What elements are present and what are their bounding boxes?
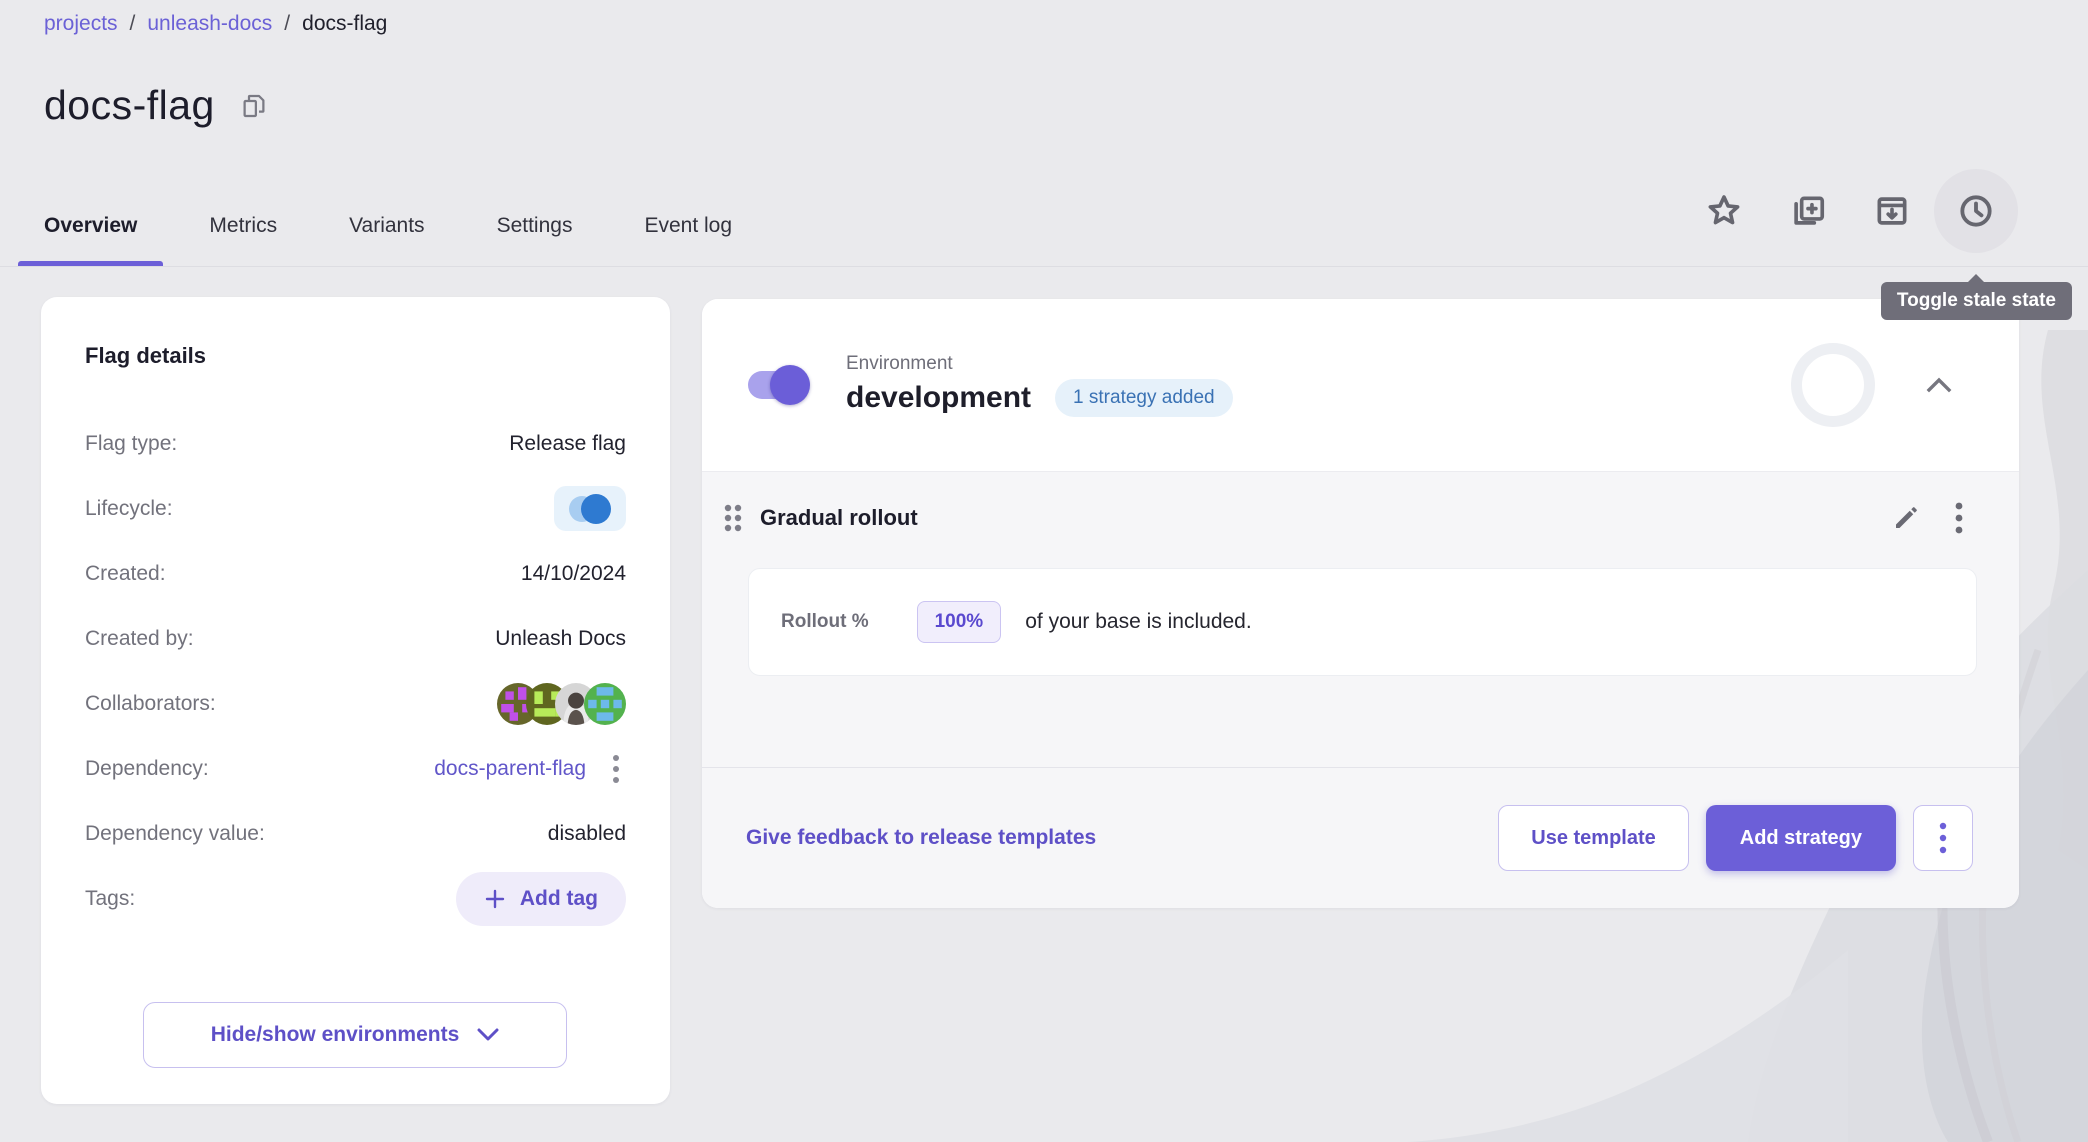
strategy-count-badge: 1 strategy added xyxy=(1055,379,1233,417)
release-templates-feedback-link[interactable]: Give feedback to release templates xyxy=(746,826,1096,850)
tab-variants[interactable]: Variants xyxy=(323,186,450,266)
dependency-value-group: docs-parent-flag xyxy=(434,748,626,790)
tags-row: Tags: Add tag xyxy=(85,866,626,931)
copy-add-icon xyxy=(1789,192,1827,230)
hide-show-environments-label: Hide/show environments xyxy=(211,1023,460,1047)
flag-type-value: Release flag xyxy=(509,432,626,456)
flag-details-card: Flag details Flag type: Release flag Lif… xyxy=(41,297,670,1104)
copy-name-button[interactable] xyxy=(239,91,269,121)
favorite-button[interactable] xyxy=(1682,169,1766,253)
environment-toggle[interactable] xyxy=(748,365,810,405)
flag-actions xyxy=(1682,169,2018,253)
clock-icon xyxy=(1956,191,1996,231)
drag-handle-icon xyxy=(722,502,744,534)
add-strategy-button[interactable]: Add strategy xyxy=(1706,805,1896,871)
copy-icon xyxy=(239,91,269,121)
toggle-stale-button[interactable] xyxy=(1934,169,2018,253)
tags-label: Tags: xyxy=(85,887,135,911)
archive-button[interactable] xyxy=(1850,169,1934,253)
environment-header-right xyxy=(1791,343,1965,427)
breadcrumb-link-project[interactable]: unleash-docs xyxy=(147,12,272,35)
flag-details-title: Flag details xyxy=(85,343,626,369)
flag-type-label: Flag type: xyxy=(85,432,177,456)
plus-icon xyxy=(484,888,506,910)
lifecycle-label: Lifecycle: xyxy=(85,497,173,521)
tabs-divider xyxy=(0,266,2088,267)
collaborator-avatar-group xyxy=(497,683,626,725)
pencil-icon xyxy=(1891,503,1921,533)
more-strategy-options-button[interactable] xyxy=(1913,805,1973,871)
strategy-header: Gradual rollout xyxy=(718,498,1977,538)
collapse-environment-button[interactable] xyxy=(1913,359,1965,411)
add-tag-button[interactable]: Add tag xyxy=(456,872,626,926)
strategy-title: Gradual rollout xyxy=(760,505,918,531)
dependency-menu-button[interactable] xyxy=(606,748,626,790)
breadcrumb-separator: / xyxy=(130,12,136,35)
environment-card: Environment development 1 strategy added… xyxy=(702,299,2019,908)
kebab-icon xyxy=(1955,502,1963,534)
strategy-section: Gradual rollout Rollout % 100% of your b… xyxy=(702,471,2019,767)
kebab-icon xyxy=(612,754,620,784)
kebab-icon xyxy=(1939,822,1947,854)
copy-flag-button[interactable] xyxy=(1766,169,1850,253)
tab-bar: Overview Metrics Variants Settings Event… xyxy=(18,186,758,266)
environment-footer: Give feedback to release templates Use t… xyxy=(702,767,2019,908)
chevron-down-icon xyxy=(477,1028,499,1042)
flag-details-rows: Flag type: Release flag Lifecycle: Creat… xyxy=(85,411,626,931)
toggle-knob xyxy=(770,365,810,405)
title-row: docs-flag xyxy=(44,82,269,129)
pixel-avatar-globe[interactable] xyxy=(584,683,626,725)
created-label: Created: xyxy=(85,562,166,586)
archive-icon xyxy=(1873,192,1911,230)
use-template-button[interactable]: Use template xyxy=(1498,805,1689,871)
breadcrumb-separator: / xyxy=(284,12,290,35)
edit-strategy-button[interactable] xyxy=(1891,503,1921,533)
lifecycle-dark-dot xyxy=(581,494,611,524)
breadcrumb: projects / unleash-docs / docs-flag xyxy=(44,12,387,36)
footer-buttons: Use template Add strategy xyxy=(1498,805,1973,871)
hide-show-environments-button[interactable]: Hide/show environments xyxy=(143,1002,567,1068)
page-title: docs-flag xyxy=(44,82,215,129)
environment-text: Environment development 1 strategy added xyxy=(846,353,1233,417)
rollout-summary-box: Rollout % 100% of your base is included. xyxy=(748,568,1977,676)
drag-handle[interactable] xyxy=(718,498,748,538)
created-row: Created: 14/10/2024 xyxy=(85,541,626,606)
created-by-value: Unleash Docs xyxy=(495,627,626,651)
dependency-row: Dependency: docs-parent-flag xyxy=(85,736,626,801)
breadcrumb-current: docs-flag xyxy=(302,12,387,35)
dependency-link[interactable]: docs-parent-flag xyxy=(434,757,586,781)
environment-name: development xyxy=(846,381,1031,415)
rollout-label: Rollout % xyxy=(781,611,869,633)
add-tag-label: Add tag xyxy=(520,887,598,911)
environment-label: Environment xyxy=(846,353,1233,375)
dependency-label: Dependency: xyxy=(85,757,209,781)
dependency-value-label: Dependency value: xyxy=(85,822,265,846)
created-by-label: Created by: xyxy=(85,627,194,651)
collaborators-row: Collaborators: xyxy=(85,671,626,736)
dependency-value-value: disabled xyxy=(548,822,626,846)
tab-event-log[interactable]: Event log xyxy=(618,186,758,266)
tab-overview[interactable]: Overview xyxy=(18,186,163,266)
collaborators-label: Collaborators: xyxy=(85,692,216,716)
rollout-description: of your base is included. xyxy=(1025,610,1251,634)
tab-metrics[interactable]: Metrics xyxy=(183,186,303,266)
chevron-up-icon xyxy=(1926,377,1952,393)
tooltip: Toggle stale state xyxy=(1881,282,2072,320)
environment-header: Environment development 1 strategy added xyxy=(702,299,2019,471)
created-value: 14/10/2024 xyxy=(521,562,626,586)
dependency-value-row: Dependency value: disabled xyxy=(85,801,626,866)
flag-overview-page: projects / unleash-docs / docs-flag docs-fla… xyxy=(0,0,2088,1142)
flag-type-row: Flag type: Release flag xyxy=(85,411,626,476)
strategy-menu-button[interactable] xyxy=(1955,502,1963,534)
created-by-row: Created by: Unleash Docs xyxy=(85,606,626,671)
breadcrumb-link-projects[interactable]: projects xyxy=(44,12,118,35)
lifecycle-stage-badge[interactable] xyxy=(554,486,626,531)
tab-settings[interactable]: Settings xyxy=(471,186,599,266)
star-icon xyxy=(1705,192,1743,230)
strategy-actions xyxy=(1891,502,1977,534)
metrics-donut xyxy=(1791,343,1875,427)
lifecycle-row: Lifecycle: xyxy=(85,476,626,541)
rollout-percentage-chip: 100% xyxy=(917,601,1002,643)
